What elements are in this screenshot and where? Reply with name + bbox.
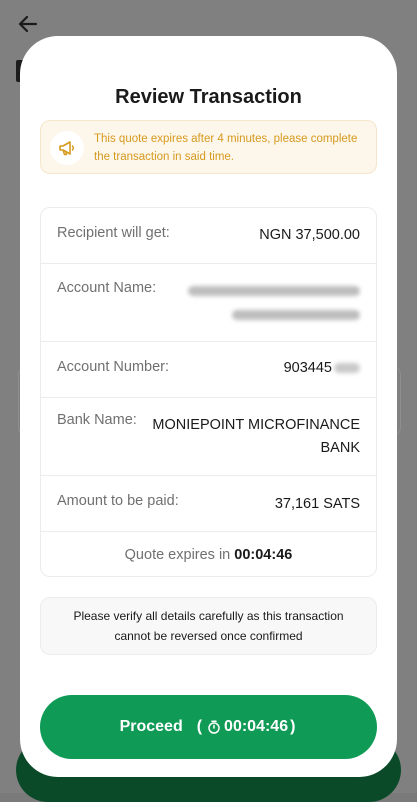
account-name-row: Account Name: bbox=[41, 264, 376, 342]
transaction-details: Recipient will get: NGN 37,500.00 Accoun… bbox=[40, 207, 377, 577]
amount-label: Amount to be paid: bbox=[57, 493, 179, 509]
verification-warning: Please verify all details carefully as t… bbox=[40, 597, 377, 655]
account-name-redacted bbox=[188, 286, 360, 296]
back-arrow-icon[interactable] bbox=[14, 10, 42, 38]
quote-expires-time: 00:04:46 bbox=[234, 547, 293, 563]
recipient-value: NGN 37,500.00 bbox=[259, 227, 360, 243]
amount-value: 37,161 SATS bbox=[274, 496, 360, 512]
account-number-label: Account Number: bbox=[57, 359, 170, 375]
expiry-notice: This quote expires after 4 minutes, plea… bbox=[40, 120, 377, 174]
account-number-value: 903445 bbox=[284, 360, 360, 376]
proceed-open-paren: ( bbox=[196, 718, 203, 735]
proceed-close-paren: ) bbox=[290, 718, 296, 735]
amount-row: Amount to be paid: 37,161 SATS bbox=[41, 476, 376, 532]
megaphone-icon bbox=[50, 131, 84, 165]
proceed-button[interactable]: Proceed ( 00:04:46 ) bbox=[40, 695, 377, 759]
recipient-label: Recipient will get: bbox=[57, 225, 170, 241]
bank-name-row: Bank Name: MONIEPOINT MICROFINANCE BANK bbox=[41, 398, 376, 476]
account-number-redacted bbox=[334, 363, 360, 373]
bank-name-label: Bank Name: bbox=[57, 412, 137, 428]
recipient-row: Recipient will get: NGN 37,500.00 bbox=[41, 208, 376, 264]
quote-expires-label: Quote expires in bbox=[124, 547, 231, 563]
quote-expiry-row: Quote expires in 00:04:46 bbox=[41, 532, 376, 576]
review-transaction-modal: Review Transaction This quote expires af… bbox=[20, 36, 397, 777]
bank-name-value: MONIEPOINT MICROFINANCE BANK bbox=[152, 417, 360, 456]
proceed-timer: 00:04:46 bbox=[224, 718, 289, 735]
modal-title: Review Transaction bbox=[115, 86, 302, 108]
account-number-visible: 903445 bbox=[283, 360, 332, 376]
stopwatch-icon bbox=[207, 720, 221, 734]
account-name-label: Account Name: bbox=[57, 280, 157, 296]
proceed-label: Proceed bbox=[119, 718, 183, 735]
account-name-redacted bbox=[232, 310, 360, 320]
account-number-row: Account Number: 903445 bbox=[41, 342, 376, 398]
notice-text: This quote expires after 4 minutes, plea… bbox=[94, 133, 358, 163]
warning-text: Please verify all details carefully as t… bbox=[73, 609, 344, 643]
